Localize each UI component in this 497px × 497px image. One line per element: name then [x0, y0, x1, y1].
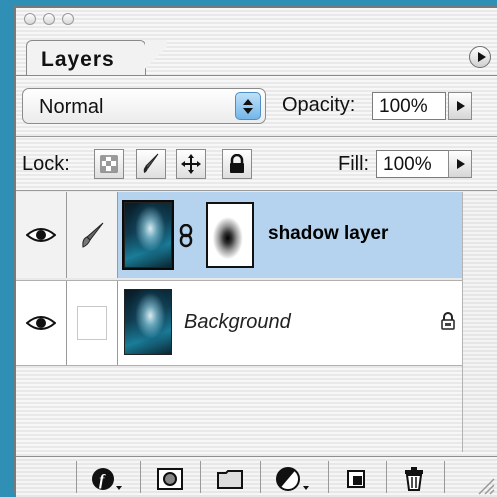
blend-mode-select[interactable]: Normal	[22, 88, 266, 124]
folder-icon	[217, 470, 243, 489]
opacity-input[interactable]: 100%	[372, 92, 446, 120]
eye-icon	[26, 228, 56, 242]
divider	[444, 461, 445, 493]
opacity-label: Opacity:	[282, 94, 356, 116]
divider	[200, 461, 201, 493]
layer-style-button[interactable]: f	[86, 465, 128, 493]
blend-mode-value: Normal	[39, 96, 104, 118]
opacity-slider-arrow-icon[interactable]	[448, 92, 472, 120]
layer-row-background[interactable]: Background	[16, 280, 465, 366]
lock-all-padlock-icon[interactable]	[222, 149, 252, 179]
visibility-toggle[interactable]	[16, 192, 67, 278]
delete-layer-button[interactable]	[394, 465, 434, 493]
divider	[386, 461, 387, 493]
divider	[16, 190, 497, 191]
add-mask-icon	[157, 468, 183, 490]
adjustment-layer-icon	[276, 467, 309, 491]
paintbrush-icon	[82, 222, 104, 248]
new-set-button[interactable]	[210, 465, 250, 493]
link-toggle-empty[interactable]	[67, 281, 118, 365]
lock-image-brush-icon[interactable]	[136, 149, 166, 179]
padlock-icon	[441, 312, 455, 330]
layer-name[interactable]: Background	[184, 311, 291, 334]
zoom-window-button[interactable]	[62, 13, 74, 25]
divider	[140, 461, 141, 493]
trash-icon	[405, 467, 423, 491]
lock-transparency-icon[interactable]	[94, 149, 124, 179]
divider	[16, 136, 497, 137]
fill-label: Fill:	[338, 153, 370, 175]
layer-thumbnail[interactable]	[124, 202, 172, 268]
layers-scrollbar[interactable]	[462, 192, 497, 452]
window-titlebar	[16, 8, 497, 36]
fill-slider-arrow-icon[interactable]	[448, 150, 472, 178]
add-mask-button[interactable]	[150, 465, 190, 493]
layer-mask-thumbnail[interactable]	[206, 202, 254, 268]
tab-layers[interactable]: Layers	[26, 40, 167, 76]
layers-bottom-toolbar: f	[16, 456, 497, 497]
visibility-toggle[interactable]	[16, 281, 67, 365]
mask-link-chain-icon[interactable]	[179, 224, 193, 248]
fill-input[interactable]: 100%	[376, 150, 450, 178]
close-window-button[interactable]	[24, 13, 36, 25]
new-layer-icon	[347, 470, 365, 488]
palette-menu-arrow-icon[interactable]	[469, 46, 491, 68]
new-layer-button[interactable]	[336, 465, 376, 493]
layer-name[interactable]: shadow layer	[268, 223, 388, 245]
minimize-window-button[interactable]	[43, 13, 55, 25]
select-updown-icon	[235, 92, 261, 120]
lock-position-move-icon[interactable]	[176, 149, 206, 179]
eye-icon	[26, 316, 56, 330]
empty-link-box	[77, 306, 107, 340]
resize-grip-icon[interactable]	[477, 477, 495, 495]
divider	[76, 461, 77, 493]
lock-label: Lock:	[22, 153, 70, 175]
layer-style-f-icon: f	[92, 468, 122, 490]
tab-divider	[16, 75, 497, 76]
layers-palette: Layers Normal Opacity: 100% Lock: Fill: …	[14, 6, 497, 497]
divider	[260, 461, 261, 493]
divider	[328, 461, 329, 493]
new-fill-adjustment-button[interactable]	[270, 465, 316, 493]
layer-thumbnail[interactable]	[124, 289, 172, 355]
layer-row-shadow-layer[interactable]: shadow layer	[16, 192, 465, 278]
link-brush-toggle[interactable]	[67, 192, 118, 278]
